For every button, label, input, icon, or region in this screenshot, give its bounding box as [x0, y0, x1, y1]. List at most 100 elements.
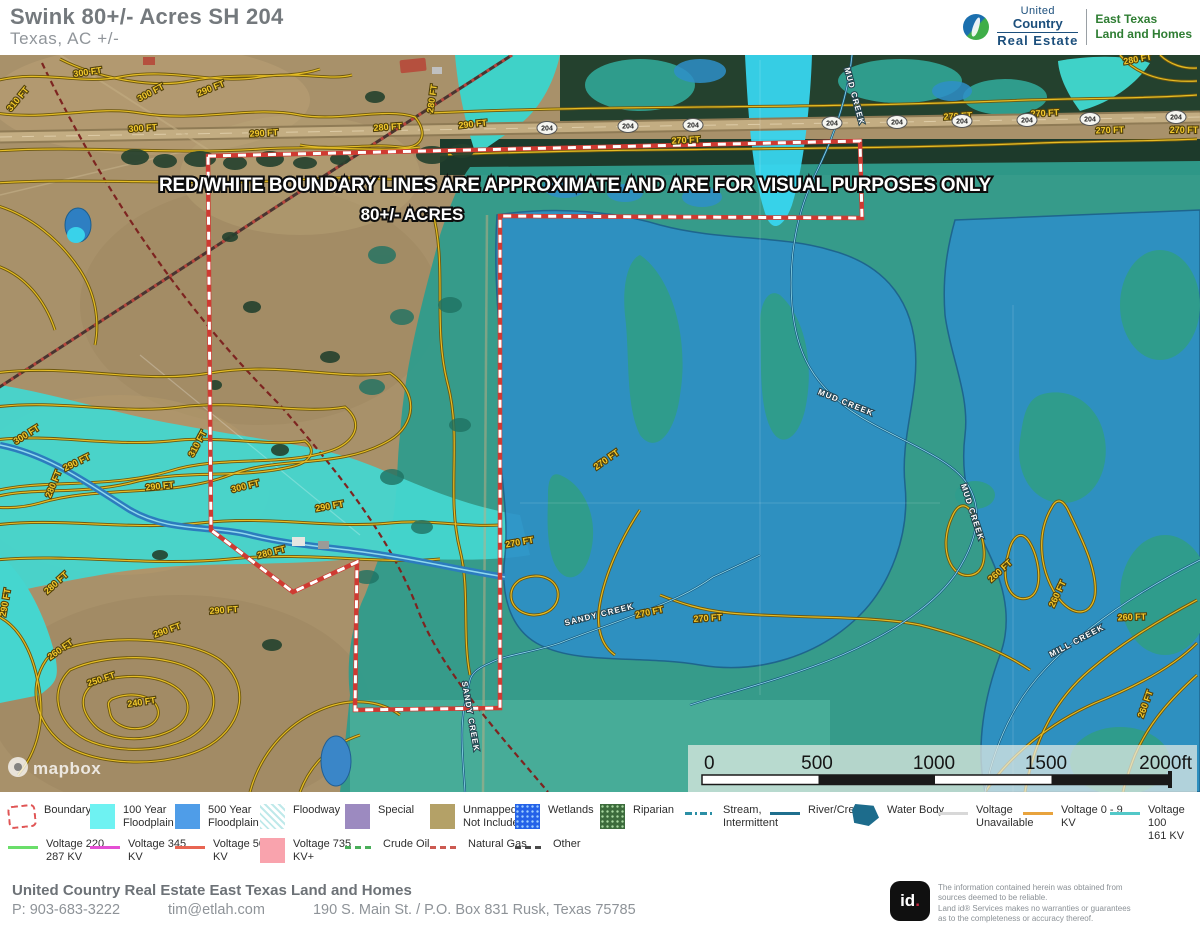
- map: mapbox 300 FT310 FT300 FT290 FT280 FT300…: [0, 55, 1200, 792]
- page-title: Swink 80+/- Acres SH 204: [10, 4, 284, 30]
- legend-swatch-line: [938, 812, 968, 815]
- legend-item: Riparian: [600, 804, 674, 829]
- legend-label: Voltage 735 KV+: [293, 838, 351, 864]
- scalebar-label: 1500: [1025, 753, 1067, 774]
- legend: Boundary 100 Year Floodplain 500 Year Floo…: [0, 792, 1200, 878]
- legend-item: Voltage 735 KV+: [260, 838, 351, 864]
- footer-disclaimer-block: id. The information contained herein was…: [890, 881, 1190, 925]
- highway-shield-number: 204: [541, 126, 553, 133]
- legend-label: Floodway: [293, 804, 340, 817]
- white-barn: [292, 537, 305, 546]
- legend-item: Voltage 100 161 KV: [1110, 804, 1200, 844]
- legend-item: Crude Oil: [345, 838, 429, 851]
- legend-item: Wetlands: [515, 804, 594, 829]
- contour-label: 260 FT: [1117, 611, 1146, 622]
- legend-label: Riparian: [633, 804, 674, 817]
- brand-region-line2: Land and Homes: [1095, 27, 1192, 42]
- brand-region-line1: East Texas: [1095, 12, 1192, 27]
- highway-shield-number: 204: [891, 120, 903, 127]
- footer-email: tim@etlah.com: [168, 902, 265, 918]
- highway-shield-number: 204: [1084, 117, 1096, 124]
- legend-label: Boundary: [44, 804, 91, 817]
- legend-swatch-fill: [90, 804, 115, 829]
- highway-shield-number: 204: [622, 124, 634, 131]
- footer-phone: P: 903-683-3222: [12, 902, 120, 918]
- brand-real-estate: Real Estate: [997, 32, 1078, 47]
- land-id-logo: id.: [890, 881, 930, 921]
- scalebar-label: 1000: [913, 753, 955, 774]
- legend-swatch-hatch: [260, 804, 285, 829]
- land-id-logo-text: id: [900, 891, 915, 911]
- legend-label: Crude Oil: [383, 838, 429, 851]
- legend-item: Voltage 500 KV: [175, 838, 271, 864]
- legend-label: Other: [553, 838, 581, 851]
- legend-item: 500 Year Floodplain: [175, 804, 259, 830]
- legend-swatch-line: [1110, 812, 1140, 815]
- legend-swatch-fill: [430, 804, 455, 829]
- highway-shield-number: 204: [1021, 118, 1033, 125]
- legend-swatch-fill: [260, 838, 285, 863]
- flyer-page: Swink 80+/- Acres SH 204 Texas, AC +/- U…: [0, 0, 1200, 928]
- contour-label: 270 FT: [1170, 125, 1199, 135]
- legend-swatch-line: [685, 812, 715, 815]
- footer-company: United Country Real Estate East Texas La…: [12, 882, 412, 899]
- legend-swatch-boundary: [7, 804, 37, 830]
- legend-item: Water Body: [852, 804, 944, 826]
- highway-shield-number: 204: [687, 123, 699, 130]
- scalebar-label: 2000ft: [1139, 753, 1193, 774]
- brand-region: East Texas Land and Homes: [1095, 12, 1192, 42]
- boundary-warning-text: RED/WHITE BOUNDARY LINES ARE APPROXIMATE…: [159, 175, 992, 196]
- legend-item: 100 Year Floodplain: [90, 804, 174, 830]
- legend-swatch-poly: [852, 804, 879, 826]
- legend-item: Voltage 0 - 9 KV: [1023, 804, 1123, 830]
- disclaimer-text: The information contained herein was obt…: [938, 881, 1131, 925]
- footer-address: 190 S. Main St. / P.O. Box 831 Rusk, Tex…: [313, 902, 636, 918]
- brand-united-country: United Country Real Estate: [997, 6, 1078, 47]
- red-roof-house: [143, 57, 155, 65]
- legend-label: Wetlands: [548, 804, 594, 817]
- legend-swatch-line: [90, 846, 120, 849]
- united-country-globe-icon: [963, 14, 989, 40]
- legend-label: Water Body: [887, 804, 944, 817]
- legend-label: 100 Year Floodplain: [123, 804, 174, 830]
- legend-swatch-line: [430, 846, 460, 849]
- legend-swatch-dots: [600, 804, 625, 829]
- legend-label: Voltage 100 161 KV: [1148, 804, 1200, 844]
- land-id-logo-dot: .: [915, 891, 920, 911]
- legend-item: Special: [345, 804, 414, 829]
- mapbox-attribution: mapbox: [8, 757, 101, 778]
- contour-label: 290 FT: [209, 604, 239, 616]
- legend-swatch-line: [1023, 812, 1053, 815]
- contour-label: 270 FT: [1095, 124, 1124, 135]
- legend-swatch-line: [8, 846, 38, 849]
- brand-logo: United Country Real Estate East Texas La…: [963, 6, 1192, 47]
- highway-shield-number: 204: [826, 121, 838, 128]
- legend-label: 500 Year Floodplain: [208, 804, 259, 830]
- legend-item: Floodway: [260, 804, 340, 829]
- legend-swatch-line: [345, 846, 375, 849]
- legend-item: Natural Gas: [430, 838, 527, 851]
- acreage-label: 80+/- ACRES: [361, 205, 464, 224]
- contour-label: 270 FT: [693, 612, 723, 624]
- page-subtitle: Texas, AC +/-: [10, 29, 119, 49]
- legend-item: Unmapped/ Not Included: [430, 804, 525, 830]
- legend-swatch-dots: [515, 804, 540, 829]
- footer: United Country Real Estate East Texas La…: [0, 878, 1200, 928]
- legend-item: Other: [515, 838, 581, 851]
- legend-item: Voltage 345 KV: [90, 838, 186, 864]
- legend-item: Boundary: [8, 804, 91, 828]
- brand-country: Country: [997, 17, 1078, 30]
- map-canvas: mapbox 300 FT310 FT300 FT290 FT280 FT300…: [0, 55, 1200, 792]
- legend-label: Special: [378, 804, 414, 817]
- contour-label: 270 FT: [671, 134, 700, 146]
- scalebar-label: 0: [704, 753, 715, 774]
- legend-swatch-fill: [175, 804, 200, 829]
- red-roof-building: [399, 58, 426, 74]
- legend-swatch-line: [515, 846, 545, 849]
- mapbox-wordmark: mapbox: [33, 759, 101, 778]
- scalebar-label: 500: [801, 753, 833, 774]
- contour-label: 290 FT: [249, 127, 278, 139]
- legend-item: Stream, Intermittent: [685, 804, 778, 830]
- legend-swatch-line: [770, 812, 800, 815]
- contour-label: 300 FT: [128, 122, 158, 134]
